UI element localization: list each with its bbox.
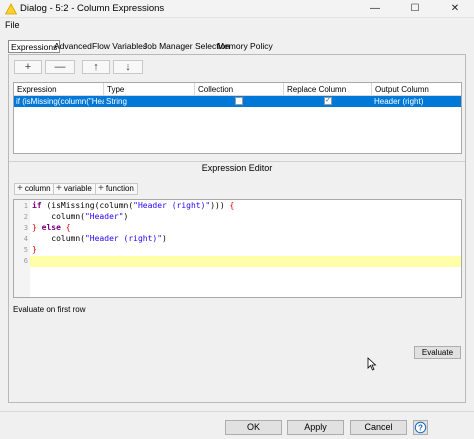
title-bar: Dialog - 5:2 - Column Expressions — ☐ ✕ [0, 0, 474, 18]
mouse-cursor-icon [367, 357, 377, 371]
footer-divider [0, 411, 474, 412]
close-button[interactable]: ✕ [438, 0, 472, 18]
line-number-gutter: 1 2 3 4 5 6 [14, 200, 30, 297]
collection-checkbox[interactable] [235, 97, 243, 105]
move-up-button[interactable]: ↑ [82, 60, 110, 74]
col-header-replace-column[interactable]: Replace Column [284, 83, 372, 96]
tab-advanced[interactable]: Advanced [52, 40, 94, 53]
line-number: 1 [23, 202, 28, 210]
insert-variable-label: variable [63, 184, 92, 193]
insert-column-button[interactable]: + column [14, 183, 55, 195]
plus-icon: + [98, 183, 104, 194]
line-number: 4 [23, 235, 28, 243]
line-number: 6 [23, 257, 28, 265]
expression-table: Expression Type Collection Replace Colum… [13, 82, 462, 154]
apply-button[interactable]: Apply [287, 420, 344, 435]
help-button[interactable]: ? [413, 420, 428, 435]
code-line-1: if (isMissing(column("Header (right)")))… [32, 201, 235, 210]
insert-variable-button[interactable]: + variable [53, 183, 96, 195]
current-line-highlight [30, 256, 461, 267]
remove-expression-button[interactable]: — [45, 60, 75, 74]
insert-function-label: function [105, 184, 134, 193]
window-title: Dialog - 5:2 - Column Expressions [20, 3, 165, 14]
col-header-collection[interactable]: Collection [195, 83, 284, 96]
insert-column-label: column [24, 184, 51, 193]
minimize-button[interactable]: — [358, 0, 392, 18]
table-row[interactable]: if (isMissing(column("Head... String ✓ H… [14, 96, 461, 107]
code-line-4: column("Header (right)") [32, 234, 167, 243]
menu-file[interactable]: File [5, 20, 20, 30]
plus-icon: + [56, 183, 62, 194]
line-number: 3 [23, 224, 28, 232]
evaluate-on-first-row-label: Evaluate on first row [13, 305, 86, 314]
code-line-2: column("Header") [32, 212, 129, 221]
add-expression-button[interactable]: + [14, 60, 42, 74]
menu-bar: File [0, 18, 474, 32]
line-number: 2 [23, 213, 28, 221]
evaluate-button[interactable]: Evaluate [414, 346, 461, 359]
col-header-output-column[interactable]: Output Column [372, 83, 461, 96]
help-icon: ? [414, 421, 427, 434]
code-line-5: } [32, 245, 37, 254]
cell-type: String [106, 97, 127, 106]
knime-triangle-icon [5, 3, 17, 15]
divider [9, 161, 465, 162]
col-header-expression[interactable]: Expression [14, 83, 104, 96]
tab-memory-policy[interactable]: Memory Policy [215, 40, 275, 53]
code-line-3: } else { [32, 223, 71, 232]
insert-function-button[interactable]: + function [95, 183, 138, 195]
replace-column-checkbox[interactable]: ✓ [324, 97, 332, 105]
col-header-type[interactable]: Type [104, 83, 195, 96]
code-editor[interactable]: 1 2 3 4 5 6 if (isMissing(column("Header… [13, 199, 462, 298]
ok-button[interactable]: OK [225, 420, 282, 435]
svg-text:?: ? [418, 423, 423, 432]
cancel-button[interactable]: Cancel [350, 420, 407, 435]
plus-icon: + [17, 183, 23, 194]
line-number: 5 [23, 246, 28, 254]
maximize-button[interactable]: ☐ [398, 0, 432, 18]
expression-editor-title: Expression Editor [201, 163, 273, 173]
cell-expression: if (isMissing(column("Head... [16, 97, 104, 106]
cell-output-column: Header (right) [374, 97, 424, 106]
move-down-button[interactable]: ↓ [113, 60, 143, 74]
